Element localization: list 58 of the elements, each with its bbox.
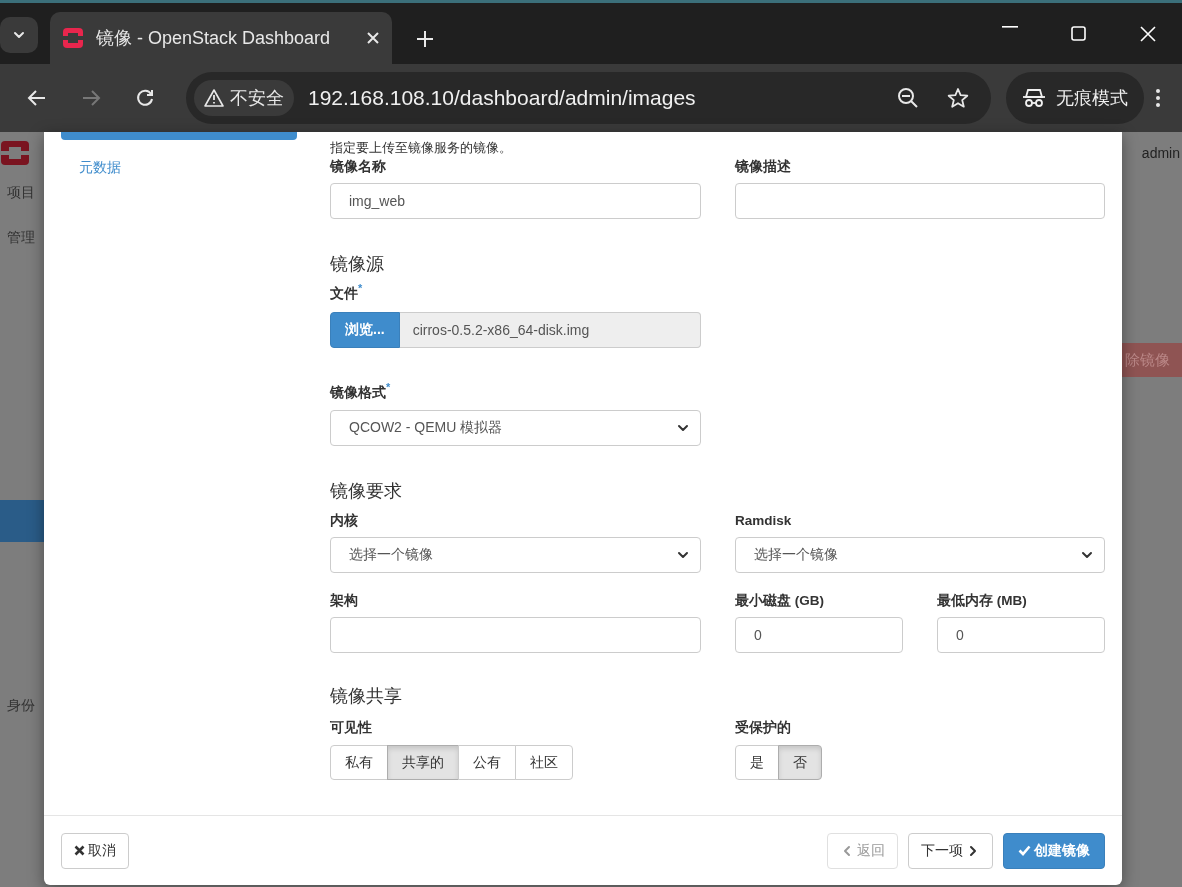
cancel-button[interactable]: 取消 [61,832,129,869]
back-arrow-icon[interactable] [27,88,47,108]
min-disk-field[interactable]: 0 [735,617,903,653]
field-label: 受保护的 [735,719,791,737]
check-icon [1018,845,1031,856]
incognito-icon [1022,88,1046,108]
zoom-out-icon[interactable] [897,87,919,109]
field-label: Ramdisk [735,512,792,530]
file-name-field[interactable]: cirros-0.5.2-x86_64-disk.img [399,311,701,348]
min-ram-field[interactable]: 0 [937,617,1105,653]
tab-title: 镜像 - OpenStack Dashboard [96,27,332,50]
description-field[interactable] [735,183,1105,219]
warning-icon [204,89,224,107]
protected-toggle[interactable]: 否 [778,745,822,780]
field-label: 最小磁盘 (GB) [735,592,824,610]
field-label: 可见性 [330,719,372,737]
visibility-toggle[interactable]: 共享的 [387,745,459,780]
section-heading: 镜像源 [330,253,384,276]
architecture-field[interactable] [330,617,701,653]
visibility-toggle[interactable]: 公有 [458,745,516,780]
section-heading: 镜像共享 [330,685,402,708]
kernel-select[interactable]: 选择一个镜像 [330,537,701,573]
field-label: 架构 [330,592,358,610]
user-menu[interactable]: admin [1141,145,1182,161]
ramdisk-select[interactable]: 选择一个镜像 [735,537,1105,573]
name-field[interactable]: img_web [330,183,701,219]
next-button[interactable]: 下一项 [908,832,993,869]
field-label: 镜像名称 [330,158,386,176]
nav-link[interactable]: 元数据 [79,157,121,179]
reload-icon[interactable] [135,88,155,108]
openstack-logo-icon [62,27,84,49]
maximize-icon[interactable] [1071,25,1086,41]
menu-icon[interactable] [1156,88,1160,108]
close-icon[interactable] [366,31,380,45]
intro-text: 指定要上传至镜像服务的镜像。 [330,139,513,157]
visibility-toggle[interactable]: 私有 [330,745,388,780]
format-select[interactable]: QCOW2 - QEMU 模拟器 [330,410,701,446]
create-image-button[interactable]: 创建镜像 [1003,832,1105,869]
field-label: 内核 [330,512,358,530]
field-label: 最低内存 (MB) [937,592,1027,610]
forward-arrow-icon[interactable] [81,88,101,108]
field-label: 镜像描述 [735,158,791,176]
tab-search-button[interactable] [0,17,38,53]
close-icon [74,845,85,856]
section-heading: 镜像要求 [330,480,402,503]
field-label: 镜像格式$^{*}$ [330,381,391,401]
url-text: 192.168.108.10/dashboard/admin/images [308,86,697,110]
address-bar[interactable]: 不安全 192.168.108.10/dashboard/admin/images [186,72,991,124]
star-icon[interactable] [947,87,969,109]
security-chip[interactable]: 不安全 [194,80,294,116]
new-tab-icon[interactable] [416,30,434,48]
minimize-icon[interactable] [1001,25,1018,28]
incognito-button[interactable]: 无痕模式 [1006,72,1144,124]
visibility-toggle[interactable]: 社区 [515,745,573,780]
browse-button[interactable]: 浏览... [330,311,400,348]
protected-toggle[interactable]: 是 [735,745,779,780]
browser-tab[interactable]: 镜像 - OpenStack Dashboard [50,12,392,64]
field-label: 文件$^{*}$ [330,283,363,303]
